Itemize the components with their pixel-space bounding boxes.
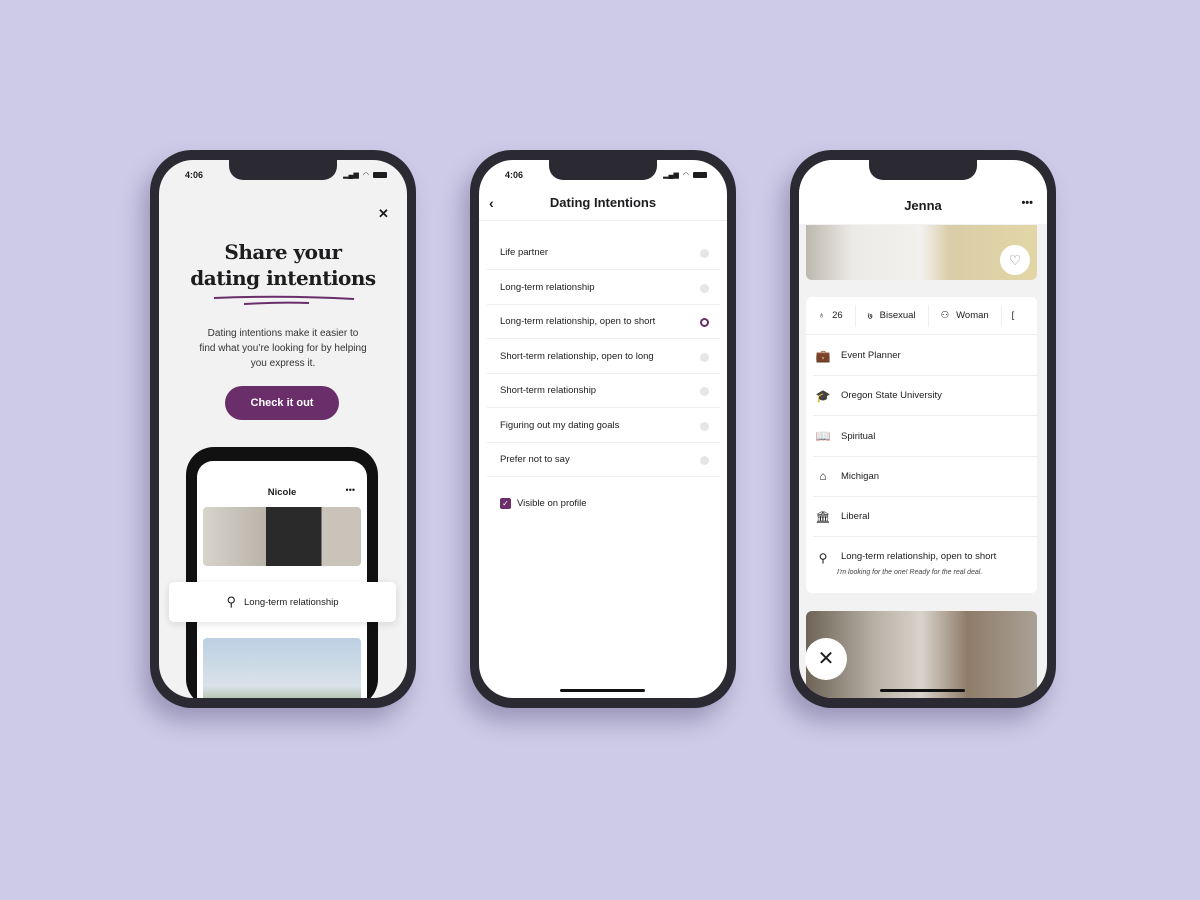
check-it-out-button[interactable]: Check it out xyxy=(225,386,339,420)
wifi-icon: ◠ xyxy=(362,172,369,179)
person-icon: ⚇ xyxy=(940,310,950,321)
intro-screen: 4:06 ▂▄▆ ◠ ✕ Share your dating intentions… xyxy=(159,160,407,698)
row-label: Spiritual xyxy=(841,430,876,442)
radio-icon[interactable] xyxy=(700,283,709,293)
wifi-icon: ◠ xyxy=(682,172,689,179)
chip-label: Bisexual xyxy=(879,310,916,321)
chip-label: 26 xyxy=(832,310,843,321)
profile-screen: 4:06 ▂▄▆◠ Jenna ••• ♡ ♁26७Bisexual⚇Woman… xyxy=(799,160,1047,698)
intention-option[interactable]: Figuring out my dating goals xyxy=(487,409,720,443)
row-label: Oregon State University xyxy=(841,390,942,402)
notch xyxy=(549,160,657,180)
underline-swash xyxy=(213,295,355,305)
intention-option[interactable]: Long-term relationship, open to short xyxy=(487,305,720,339)
search-icon: ⚲ xyxy=(818,550,828,565)
row-label: Michigan xyxy=(841,470,880,482)
description-line: you express it. xyxy=(250,358,316,369)
visible-on-profile-checkbox[interactable]: ✓ Visible on profile xyxy=(500,498,587,509)
divider xyxy=(479,220,727,221)
option-label: Life partner xyxy=(500,247,549,258)
phone-dating-intentions: 4:06 ▂▄▆ ◠ ‹ Dating Intentions Life partn… xyxy=(470,150,736,708)
option-label: Short-term relationship xyxy=(500,385,597,396)
radio-icon[interactable] xyxy=(700,456,709,465)
intention-option[interactable]: Prefer not to say xyxy=(487,443,720,477)
dating-intentions-screen: 4:06 ▂▄▆ ◠ ‹ Dating Intentions Life partn… xyxy=(479,160,727,698)
signal-icon: ▂▄▆ xyxy=(343,172,359,179)
cake-icon: ♁ xyxy=(818,310,826,321)
briefcase-icon: 💼 xyxy=(815,348,831,363)
inner-phone: Nicole ••• xyxy=(186,447,378,698)
signal-icon: ▂▄▆ xyxy=(663,172,679,179)
profile-row: ⌂ Michigan xyxy=(813,457,1039,497)
plant-photo xyxy=(203,638,361,698)
title-line-2: dating intentions xyxy=(190,266,376,290)
graduation-cap-icon: 🎓 xyxy=(815,388,831,403)
radio-icon[interactable] xyxy=(700,387,709,396)
description-line: find what you’re looking for by helping xyxy=(199,343,367,354)
description-line: Dating intentions make it easier to xyxy=(207,328,359,339)
intention-subtitle: I'm looking for the one! Ready for the r… xyxy=(837,569,983,576)
notch xyxy=(229,160,337,180)
chip-person: ⚇ Woman xyxy=(929,304,1002,327)
inner-profile-name: Nicole xyxy=(267,487,297,498)
profile-info-card: ♁ 26 ७ Bisexual ⚇ Woman [ 💼 Event Planner 🎓 Orego… xyxy=(806,297,1039,593)
row-label: Event Planner xyxy=(841,350,901,361)
row-label: Liberal xyxy=(841,511,870,523)
row-label: Long-term relationship, open to short xyxy=(841,550,997,562)
radio-icon[interactable] xyxy=(700,421,709,431)
dismiss-x-button[interactable]: ✕ xyxy=(805,638,847,680)
book-icon: 📖 xyxy=(815,429,831,444)
option-label: Short-term relationship, open to long xyxy=(500,350,654,362)
home-indicator xyxy=(880,689,965,692)
radio-icon[interactable] xyxy=(700,352,709,362)
radio-selected-icon[interactable] xyxy=(700,318,709,327)
profile-row: 🏛 Liberal xyxy=(813,497,1039,538)
chip-label: Woman xyxy=(956,310,989,321)
status-icons: ▂▄▆◠ xyxy=(343,171,387,179)
page-title: Dating Intentions xyxy=(549,195,657,210)
intention-card-label: Long-term relationship xyxy=(244,596,339,608)
intention-option[interactable]: Short-term relationship, open to long xyxy=(487,340,720,374)
profile-name: Jenna xyxy=(904,198,942,213)
chip-overflow: [ xyxy=(1011,310,1015,321)
home-icon: ⌂ xyxy=(819,469,827,484)
profile-photo xyxy=(203,507,361,566)
intention-option[interactable]: Life partner xyxy=(487,236,720,270)
intention-option[interactable]: Long-term relationship xyxy=(487,271,720,305)
chip-orientation: ७ Bisexual xyxy=(856,304,929,327)
battery-icon xyxy=(693,172,707,178)
phone-profile: 4:06 ▂▄▆◠ Jenna ••• ♡ ♁26७Bisexual⚇Woman… xyxy=(790,150,1056,708)
profile-row: 💼 Event Planner xyxy=(813,336,1039,376)
checkbox-checked-icon: ✓ xyxy=(500,498,511,509)
institution-icon: 🏛 xyxy=(815,509,831,524)
battery-icon xyxy=(373,172,387,178)
phone-intro: 4:06 ▂▄▆ ◠ ✕ Share your dating intentions… xyxy=(150,150,416,708)
title-line-1: Share your xyxy=(224,240,342,264)
option-label: Long-term relationship xyxy=(500,281,595,293)
description: Dating intentions make it easier to find… xyxy=(179,326,387,371)
intention-card: ⚲ Long-term relationship xyxy=(169,582,396,622)
home-indicator xyxy=(560,689,645,692)
inner-screen: Nicole ••• xyxy=(197,461,367,698)
more-icon: ••• xyxy=(345,485,355,495)
chip-cake: ♁ 26 xyxy=(806,304,856,327)
option-label: Long-term relationship, open to short xyxy=(500,316,656,327)
radio-icon[interactable] xyxy=(700,249,709,258)
visible-on-profile-label: Visible on profile xyxy=(517,498,587,509)
more-options-icon[interactable]: ••• xyxy=(1021,197,1033,209)
orientation-icon: ७ xyxy=(867,311,873,322)
close-icon[interactable]: ✕ xyxy=(378,206,389,222)
profile-row: 📖 Spiritual xyxy=(813,417,1039,457)
profile-row: 🎓 Oregon State University xyxy=(813,376,1039,417)
status-icons: ▂▄▆◠ xyxy=(663,171,707,179)
intention-option[interactable]: Short-term relationship xyxy=(487,374,720,408)
status-time: 4:06 xyxy=(185,170,204,180)
option-label: Prefer not to say xyxy=(500,454,570,465)
option-label: Figuring out my dating goals xyxy=(500,419,620,431)
search-icon: ⚲ xyxy=(226,594,236,609)
notch xyxy=(869,160,977,180)
status-time: 4:06 xyxy=(505,170,524,180)
like-heart-button[interactable]: ♡ xyxy=(1000,245,1030,275)
